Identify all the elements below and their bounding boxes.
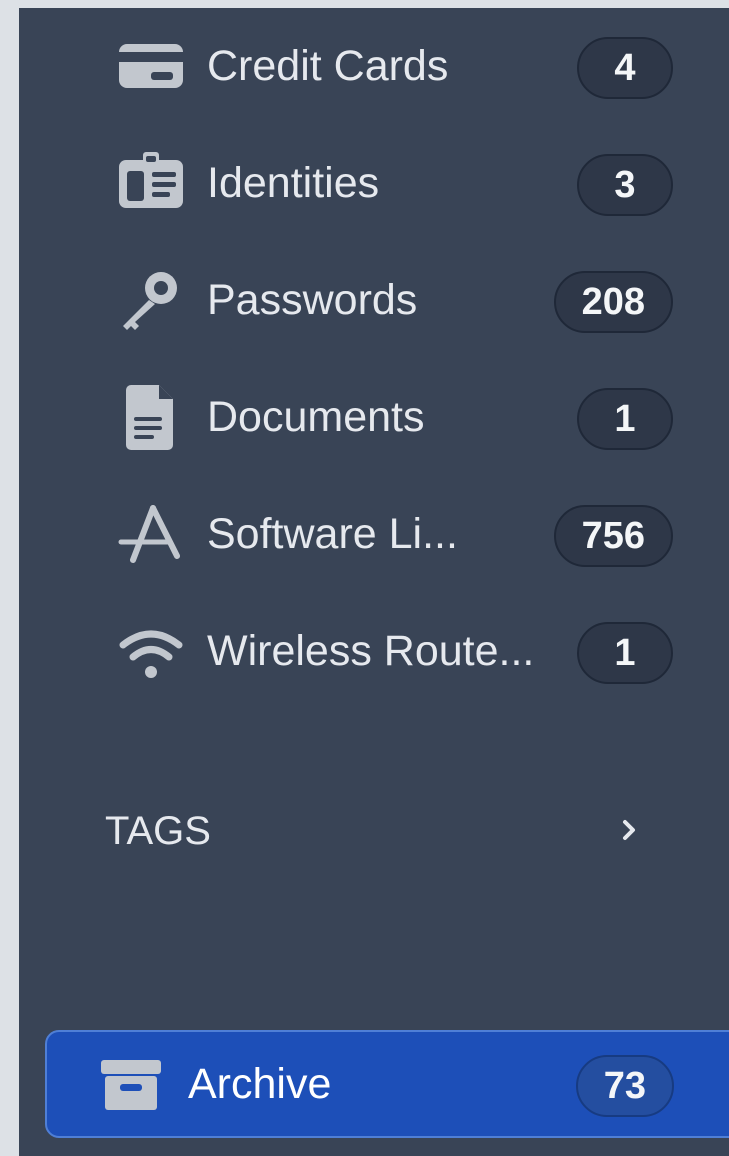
sidebar-item-label: Archive [188, 1060, 332, 1108]
sidebar-item-label: Credit Cards [207, 42, 449, 90]
credit-card-icon [115, 30, 187, 102]
count-badge: 1 [577, 388, 673, 450]
key-icon [115, 264, 187, 336]
sidebar-item-software-licenses[interactable]: Software Li... 756 [19, 484, 729, 584]
document-icon [115, 381, 187, 453]
sidebar: Credit Cards 4 Identities 3 Passwords 20… [19, 8, 729, 1156]
wifi-icon [115, 615, 187, 687]
sidebar-item-label: Documents [207, 393, 425, 441]
count-badge: 208 [553, 271, 673, 333]
sidebar-item-wireless-routers[interactable]: Wireless Route... 1 [19, 601, 729, 701]
tags-section-title[interactable]: TAGS [105, 806, 211, 856]
sidebar-item-documents[interactable]: Documents 1 [19, 367, 729, 467]
sidebar-item-archive[interactable]: Archive 73 [45, 1030, 729, 1138]
sidebar-item-label: Software Li... [207, 510, 458, 558]
count-badge: 1 [577, 622, 673, 684]
count-badge: 756 [553, 505, 673, 567]
sidebar-item-label: Identities [207, 159, 380, 207]
sidebar-item-passwords[interactable]: Passwords 208 [19, 250, 729, 350]
sidebar-item-credit-cards[interactable]: Credit Cards 4 [19, 16, 729, 116]
sidebar-item-identities[interactable]: Identities 3 [19, 133, 729, 233]
chevron-right-icon[interactable] [615, 816, 643, 844]
identity-card-icon [115, 147, 187, 219]
count-badge: 3 [577, 154, 673, 216]
count-badge: 4 [577, 37, 673, 99]
app-store-icon [115, 498, 187, 570]
archive-box-icon [95, 1048, 167, 1120]
count-badge: 73 [575, 1055, 674, 1117]
sidebar-item-label: Passwords [207, 276, 418, 324]
sidebar-item-label: Wireless Route... [207, 627, 535, 675]
